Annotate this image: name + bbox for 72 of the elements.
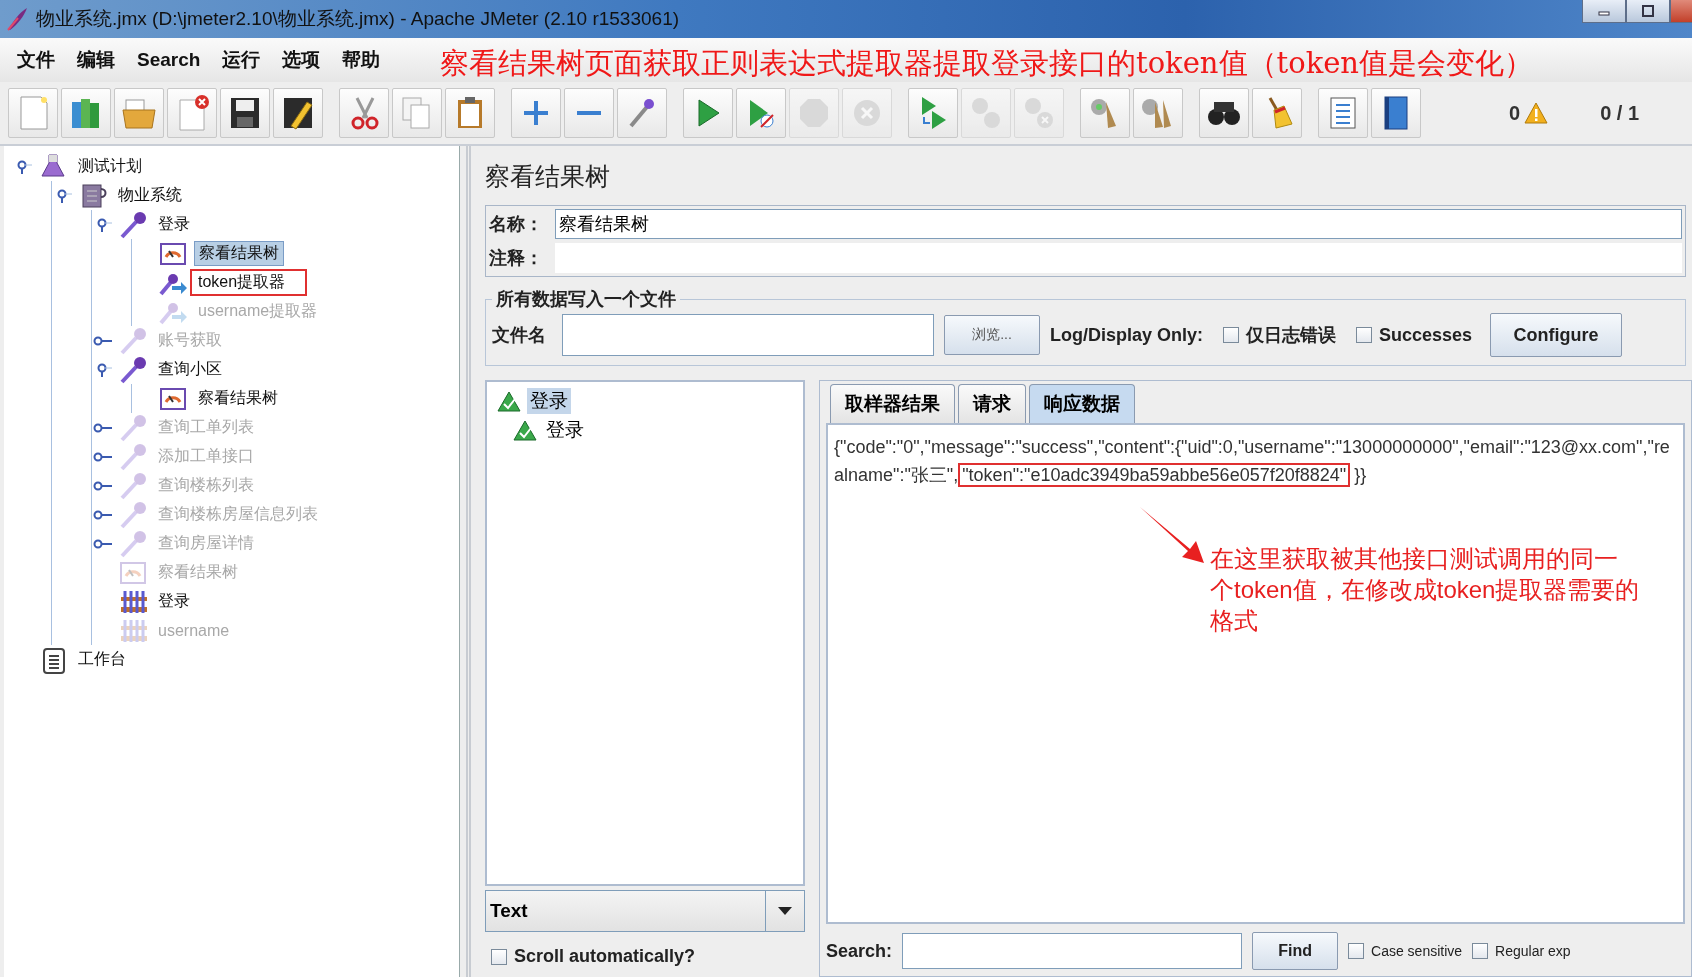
checkbox-label: Successes — [1379, 324, 1473, 346]
tree-item[interactable]: token提取器 — [194, 272, 290, 291]
checkbox-label: Case sensitive — [1371, 943, 1463, 959]
name-field[interactable]: 察看结果树 — [555, 209, 1682, 239]
tree-item[interactable]: 物业系统 — [114, 184, 186, 207]
menu-item[interactable]: 选项 — [273, 43, 330, 77]
annotation-headline: 察看结果树页面获取正则表达式提取器提取登录接口的token值（token值是会变化） — [440, 46, 1534, 80]
renderer-dropdown[interactable]: Text — [485, 890, 805, 932]
checkbox[interactable] — [491, 948, 507, 965]
checkbox-label: Regular exp — [1495, 943, 1571, 959]
success-triangle-icon — [513, 418, 539, 441]
tree-item[interactable]: 登录 — [154, 590, 194, 613]
tree-item[interactable]: 登录 — [154, 213, 194, 236]
minus-icon — [575, 110, 603, 116]
toolbar-button[interactable] — [1199, 88, 1249, 138]
checkbox[interactable] — [1348, 943, 1365, 959]
pipette-icon — [118, 412, 148, 443]
warning-icon — [1524, 102, 1549, 124]
pipette-icon — [118, 441, 148, 472]
find-button[interactable]: Find — [1252, 932, 1339, 970]
log-display-label: Log/Display Only: — [1050, 324, 1204, 346]
result-item[interactable]: 登录 — [527, 387, 571, 414]
menu-item[interactable]: Search — [128, 45, 210, 75]
feather-icon — [6, 6, 28, 32]
configure-button[interactable]: Configure — [1490, 313, 1623, 357]
panel-title: 察看结果树 — [485, 161, 611, 192]
checkbox[interactable] — [1223, 327, 1240, 343]
plus-icon — [522, 99, 550, 127]
pipette-icon — [118, 209, 148, 240]
caret-icon — [777, 906, 793, 916]
toolbar-button[interactable] — [1371, 88, 1421, 138]
search-label: Search: — [826, 940, 893, 962]
tree-item[interactable]: 测试计划 — [74, 155, 146, 178]
success-triangle-icon — [497, 389, 523, 412]
pipette-icon — [118, 354, 148, 385]
menu-item[interactable]: 文件 — [8, 43, 64, 77]
tab[interactable]: 取样器结果 — [830, 384, 955, 423]
tree-item[interactable]: 察看结果树 — [194, 241, 284, 266]
tree-item[interactable]: 察看结果树 — [194, 387, 282, 410]
pipette-icon — [118, 470, 148, 501]
filename-field[interactable] — [562, 314, 934, 356]
thread-count: 0 / 1 — [1600, 101, 1640, 125]
toolbar-button[interactable] — [273, 88, 323, 138]
group-title: 所有数据写入一个文件 — [495, 288, 677, 311]
filename-label: 文件名 — [492, 324, 547, 347]
menu-item[interactable]: 运行 — [213, 43, 270, 77]
checkbox[interactable] — [1356, 327, 1373, 343]
maximize-icon — [1641, 5, 1655, 17]
tree-item[interactable]: 工作台 — [74, 648, 130, 671]
tab[interactable]: 响应数据 — [1029, 384, 1135, 423]
menu-item[interactable]: 编辑 — [68, 43, 124, 77]
checkbox-label: Scroll automatically? — [514, 946, 696, 967]
pipette-icon — [118, 528, 148, 559]
error-count: 0 — [1509, 101, 1521, 125]
tree-item[interactable]: 查询小区 — [154, 358, 226, 381]
search-field[interactable] — [902, 933, 1243, 969]
tab[interactable]: 请求 — [958, 384, 1026, 423]
pipette-icon — [118, 499, 148, 530]
checkbox-label: 仅日志错误 — [1246, 324, 1337, 347]
menu-item[interactable]: 帮助 — [333, 43, 390, 77]
browse-button[interactable]: 浏览... — [944, 315, 1040, 355]
minimize-button[interactable] — [1582, 0, 1626, 23]
result-item[interactable]: 登录 — [543, 416, 587, 443]
toolbar-button[interactable] — [220, 88, 270, 138]
maximize-button[interactable] — [1626, 0, 1670, 23]
checkbox[interactable] — [1472, 943, 1489, 959]
response-text: {"code":"0","message":"success","content":{"uid":0,"username":"13000000000","email":"123@xx.com","realname":"张三", "token":"e10adc3949ba59abbe56e057f20f8824" }} — [834, 436, 1671, 489]
pipette-icon — [118, 325, 148, 356]
window-title: 物业系统.jmx (D:\jmeter2.10\物业系统.jmx) - Apache JMeter (2.10 r1533061) — [36, 7, 681, 31]
callout-note: 在这里获取被其他接口测试调用的同一个token值，在修改成token提取器需要的格式 — [1210, 544, 1640, 636]
name-label: 名称： — [489, 213, 544, 236]
comment-label: 注释： — [489, 247, 544, 270]
